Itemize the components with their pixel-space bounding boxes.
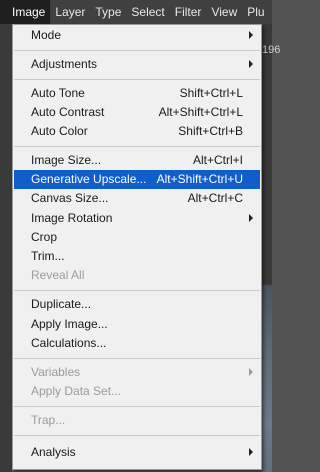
menubar-view[interactable]: View bbox=[206, 0, 242, 24]
menu-item-label: Adjustments bbox=[31, 57, 98, 71]
menu-item-calculations[interactable]: Calculations... bbox=[13, 334, 261, 353]
document-tab-fragment[interactable]: 196 bbox=[262, 44, 280, 56]
menu-item-label: Trap... bbox=[31, 413, 66, 427]
submenu-arrow-icon bbox=[249, 31, 253, 39]
menu-item-auto-tone[interactable]: Auto Tone Shift+Ctrl+L bbox=[13, 84, 261, 103]
image-menu-dropdown: Mode Adjustments Auto Tone Shift+Ctrl+L … bbox=[12, 24, 262, 470]
menu-item-apply-image[interactable]: Apply Image... bbox=[13, 315, 261, 334]
menu-item-label: Apply Image... bbox=[31, 317, 108, 331]
menu-item-trim[interactable]: Trim... bbox=[13, 247, 261, 266]
menu-item-label: Canvas Size... bbox=[31, 191, 109, 205]
menu-item-image-size[interactable]: Image Size... Alt+Ctrl+I bbox=[13, 151, 261, 170]
menu-item-label: Duplicate... bbox=[31, 297, 92, 311]
menu-item-shortcut: Alt+Shift+Ctrl+L bbox=[158, 105, 243, 119]
menu-item-crop[interactable]: Crop bbox=[13, 228, 261, 247]
menu-item-label: Auto Tone bbox=[31, 86, 85, 100]
menubar-layer[interactable]: Layer bbox=[50, 0, 90, 24]
workspace-left-edge bbox=[0, 24, 12, 472]
menu-separator bbox=[14, 290, 260, 291]
menu-item-label: Reveal All bbox=[31, 268, 85, 282]
menu-separator bbox=[14, 79, 260, 80]
submenu-arrow-icon bbox=[249, 448, 253, 456]
menu-item-shortcut: Alt+Ctrl+I bbox=[192, 153, 243, 167]
menu-item-label: Apply Data Set... bbox=[31, 384, 122, 398]
menu-item-variables: Variables bbox=[13, 363, 261, 382]
menu-item-label: Auto Color bbox=[31, 124, 88, 138]
menubar-select[interactable]: Select bbox=[126, 0, 169, 24]
menu-item-mode[interactable]: Mode bbox=[13, 26, 261, 45]
menu-item-shortcut: Alt+Shift+Ctrl+U bbox=[156, 172, 243, 186]
menu-item-label: Crop bbox=[31, 230, 58, 244]
menu-item-label: Auto Contrast bbox=[31, 105, 105, 119]
menu-item-label: Generative Upscale... bbox=[31, 172, 147, 186]
menu-bar: Image Layer Type Select Filter View Plu bbox=[0, 0, 272, 24]
menu-item-generative-upscale[interactable]: Generative Upscale... Alt+Shift+Ctrl+U bbox=[14, 170, 260, 189]
menu-separator bbox=[14, 406, 260, 407]
menu-item-auto-color[interactable]: Auto Color Shift+Ctrl+B bbox=[13, 122, 261, 141]
menu-item-label: Image Size... bbox=[31, 153, 102, 167]
menu-separator bbox=[14, 435, 260, 436]
menu-item-apply-data-set: Apply Data Set... bbox=[13, 382, 261, 401]
menu-separator bbox=[14, 146, 260, 147]
menu-item-shortcut: Alt+Ctrl+C bbox=[187, 191, 243, 205]
submenu-arrow-icon bbox=[249, 368, 253, 376]
menubar-type[interactable]: Type bbox=[90, 0, 126, 24]
menu-item-label: Analysis bbox=[31, 445, 76, 459]
menu-item-auto-contrast[interactable]: Auto Contrast Alt+Shift+Ctrl+L bbox=[13, 103, 261, 122]
menu-item-label: Mode bbox=[31, 28, 62, 42]
menu-item-adjustments[interactable]: Adjustments bbox=[13, 55, 261, 74]
menubar-image[interactable]: Image bbox=[0, 0, 51, 24]
menu-separator bbox=[14, 358, 260, 359]
menubar-plugins[interactable]: Plu bbox=[242, 0, 269, 24]
menu-item-label: Image Rotation bbox=[31, 211, 113, 225]
menu-item-shortcut: Shift+Ctrl+B bbox=[178, 124, 243, 138]
menu-item-shortcut: Shift+Ctrl+L bbox=[179, 86, 243, 100]
menu-item-image-rotation[interactable]: Image Rotation bbox=[13, 209, 261, 228]
submenu-arrow-icon bbox=[249, 60, 253, 68]
menu-item-label: Trim... bbox=[31, 249, 65, 263]
menu-item-reveal-all: Reveal All bbox=[13, 266, 261, 285]
menu-item-duplicate[interactable]: Duplicate... bbox=[13, 295, 261, 314]
menu-item-trap: Trap... bbox=[13, 411, 261, 430]
menubar-filter[interactable]: Filter bbox=[170, 0, 207, 24]
workspace-canvas-edge bbox=[262, 24, 272, 472]
menu-item-canvas-size[interactable]: Canvas Size... Alt+Ctrl+C bbox=[13, 189, 261, 208]
menu-item-analysis[interactable]: Analysis bbox=[13, 443, 261, 462]
menu-item-label: Variables bbox=[31, 365, 81, 379]
menu-separator bbox=[14, 50, 260, 51]
menu-item-label: Calculations... bbox=[31, 336, 107, 350]
submenu-arrow-icon bbox=[249, 214, 253, 222]
